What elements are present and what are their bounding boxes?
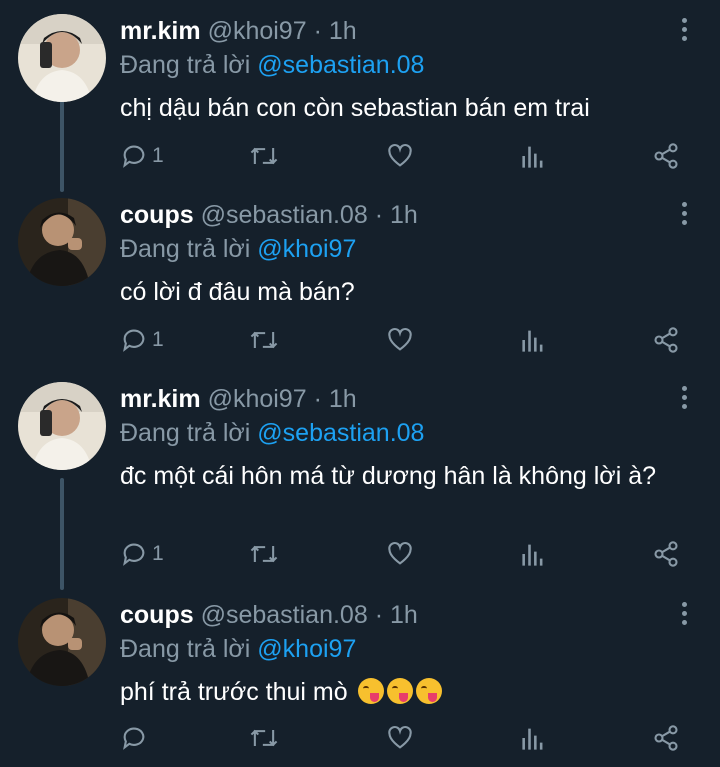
analytics-icon [522, 146, 543, 168]
replying-to: Đang trả lời @khoi97 [120, 234, 356, 264]
like-button[interactable] [386, 538, 414, 570]
mention-link[interactable]: @khoi97 [257, 635, 356, 663]
reply-icon [123, 145, 145, 168]
retweet-button[interactable] [248, 538, 280, 570]
separator-dot: · [313, 385, 322, 413]
share-button[interactable] [652, 722, 680, 754]
display-name[interactable]: mr.kim [120, 17, 201, 45]
timestamp[interactable]: 1h [390, 201, 418, 229]
retweet-button[interactable] [248, 140, 280, 172]
more-options-icon[interactable] [674, 386, 694, 414]
reply-button[interactable]: 1 [120, 324, 164, 356]
avatar[interactable] [18, 382, 106, 470]
tweet[interactable]: coups @sebastian.08 · 1h Đang trả lời @k… [0, 598, 720, 758]
retweet-button[interactable] [248, 722, 280, 754]
retweet-icon [250, 545, 278, 563]
tweet-text: phí trả trước thui mò [120, 678, 348, 706]
user-handle[interactable]: @khoi97 [208, 385, 307, 413]
share-button[interactable] [652, 538, 680, 570]
analytics-button[interactable] [520, 324, 546, 356]
replying-to-label: Đang trả lời [120, 51, 251, 79]
tweet-header: coups @sebastian.08 · 1h [120, 600, 418, 630]
timestamp[interactable]: 1h [329, 17, 357, 45]
mention-link[interactable]: @sebastian.08 [257, 51, 424, 79]
analytics-icon [522, 544, 543, 566]
tweet-text: chị dậu bán con còn sebastian bán em tra… [120, 94, 590, 122]
retweet-icon [250, 729, 278, 747]
action-bar [0, 722, 720, 758]
user-handle[interactable]: @sebastian.08 [201, 201, 368, 229]
analytics-button[interactable] [520, 722, 546, 754]
reply-count: 1 [152, 542, 164, 565]
reply-icon [123, 543, 145, 566]
like-icon [388, 541, 412, 565]
avatar[interactable] [18, 598, 106, 686]
share-icon [654, 725, 678, 751]
mention-link[interactable]: @sebastian.08 [257, 419, 424, 447]
display-name[interactable]: mr.kim [120, 385, 201, 413]
timestamp[interactable]: 1h [390, 601, 418, 629]
tweet[interactable]: coups @sebastian.08 · 1h Đang trả lời @k… [0, 198, 720, 368]
tweet-header: coups @sebastian.08 · 1h [120, 200, 418, 230]
analytics-button[interactable] [520, 140, 546, 172]
replying-to: Đang trả lời @sebastian.08 [120, 50, 424, 80]
share-icon [654, 541, 678, 567]
reply-button[interactable]: 1 [120, 538, 164, 570]
retweet-icon [250, 331, 278, 349]
more-options-icon[interactable] [674, 602, 694, 630]
analytics-icon [522, 330, 543, 352]
action-bar: 1 [0, 538, 720, 574]
action-bar: 1 [0, 324, 720, 360]
reply-count: 1 [152, 144, 164, 167]
mention-link[interactable]: @khoi97 [257, 235, 356, 263]
like-button[interactable] [386, 324, 414, 356]
tweet-header: mr.kim @khoi97 · 1h [120, 16, 357, 46]
tweet[interactable]: mr.kim @khoi97 · 1h Đang trả lời @sebast… [0, 382, 720, 582]
avatar[interactable] [18, 14, 106, 102]
reply-button[interactable]: 1 [120, 140, 164, 172]
share-icon [654, 143, 678, 169]
face-savoring-food-emoji [415, 678, 442, 704]
separator-dot: · [374, 601, 384, 629]
tweet-text: đc một cái hôn má từ dương hân là không … [120, 462, 656, 490]
tweet[interactable]: mr.kim @khoi97 · 1h Đang trả lời @sebast… [0, 14, 720, 184]
user-handle[interactable]: @sebastian.08 [201, 601, 368, 629]
timestamp[interactable]: 1h [329, 385, 357, 413]
reply-icon [123, 329, 145, 352]
more-options-icon[interactable] [674, 18, 694, 46]
analytics-button[interactable] [520, 538, 546, 570]
like-button[interactable] [386, 140, 414, 172]
face-savoring-food-emoji [357, 678, 384, 704]
retweet-button[interactable] [248, 324, 280, 356]
share-icon [654, 327, 678, 353]
replying-to: Đang trả lời @sebastian.08 [120, 418, 424, 448]
replying-to-label: Đang trả lời [120, 419, 251, 447]
avatar[interactable] [18, 198, 106, 286]
reply-button[interactable] [120, 722, 152, 754]
like-icon [388, 143, 412, 167]
tweet-text: có lời đ đâu mà bán? [120, 278, 355, 306]
share-button[interactable] [652, 140, 680, 172]
analytics-icon [522, 728, 543, 750]
reply-icon [123, 727, 145, 750]
action-bar: 1 [0, 140, 720, 176]
face-savoring-food-emoji [386, 678, 413, 704]
retweet-icon [250, 147, 278, 165]
like-button[interactable] [386, 722, 414, 754]
replying-to: Đang trả lời @khoi97 [120, 634, 356, 664]
display-name[interactable]: coups [120, 201, 194, 229]
replying-to-label: Đang trả lời [120, 235, 251, 263]
separator-dot: · [374, 201, 384, 229]
like-icon [388, 725, 412, 749]
user-handle[interactable]: @khoi97 [208, 17, 307, 45]
tweet-text-container: phí trả trước thui mò [120, 674, 680, 710]
display-name[interactable]: coups [120, 601, 194, 629]
replying-to-label: Đang trả lời [120, 635, 251, 663]
separator-dot: · [313, 17, 322, 45]
reply-count: 1 [152, 328, 164, 351]
tweet-header: mr.kim @khoi97 · 1h [120, 384, 357, 414]
share-button[interactable] [652, 324, 680, 356]
like-icon [388, 327, 412, 351]
more-options-icon[interactable] [674, 202, 694, 230]
